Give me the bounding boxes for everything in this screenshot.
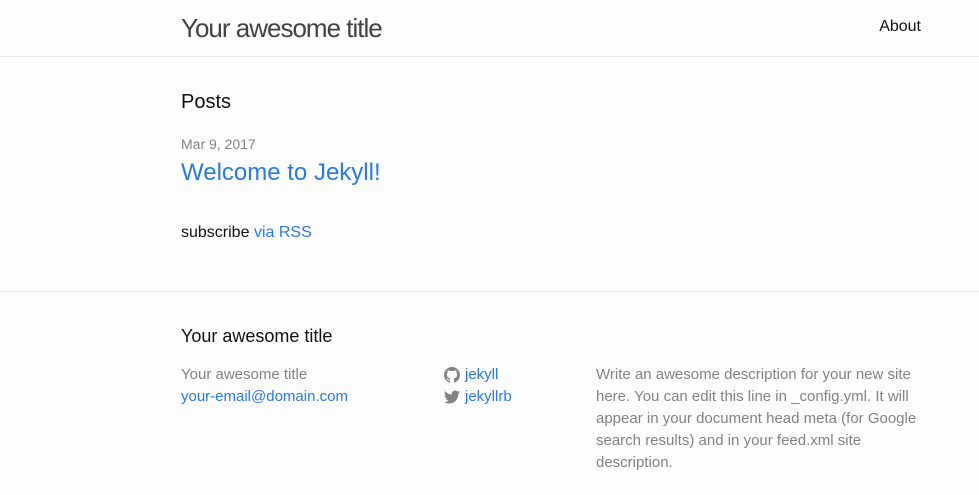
- twitter-icon: [444, 390, 460, 404]
- posts-heading: Posts: [181, 91, 232, 113]
- site-footer: Your awesome title Your awesome title yo…: [0, 291, 979, 495]
- footer-email-link[interactable]: your-email@domain.com: [181, 386, 348, 408]
- nav-about-link[interactable]: About: [879, 17, 921, 37]
- rss-prefix: subscribe: [181, 224, 250, 241]
- footer-site-name: Your awesome title: [181, 366, 308, 383]
- footer-heading: Your awesome title: [181, 326, 333, 346]
- rss-subscribe: subscribe via RSS: [181, 223, 312, 243]
- rss-link[interactable]: via RSS: [254, 224, 312, 241]
- footer-contact-list: Your awesome title your-email@domain.com: [181, 364, 348, 408]
- social-item-twitter: jekyllrb: [444, 386, 512, 408]
- footer-social-list: jekyll jekyllrb: [444, 364, 512, 408]
- site-title-link[interactable]: Your awesome title: [181, 12, 383, 44]
- site-header: Your awesome title About: [0, 0, 979, 57]
- post-date: Mar 9, 2017: [181, 136, 256, 152]
- github-icon: [444, 367, 460, 383]
- site-description: Write an awesome description for your ne…: [596, 366, 917, 471]
- github-username-link[interactable]: jekyll: [465, 364, 498, 386]
- post-title-link[interactable]: Welcome to Jekyll!: [181, 158, 381, 188]
- twitter-username-link[interactable]: jekyllrb: [465, 386, 512, 408]
- social-item-github: jekyll: [444, 364, 512, 386]
